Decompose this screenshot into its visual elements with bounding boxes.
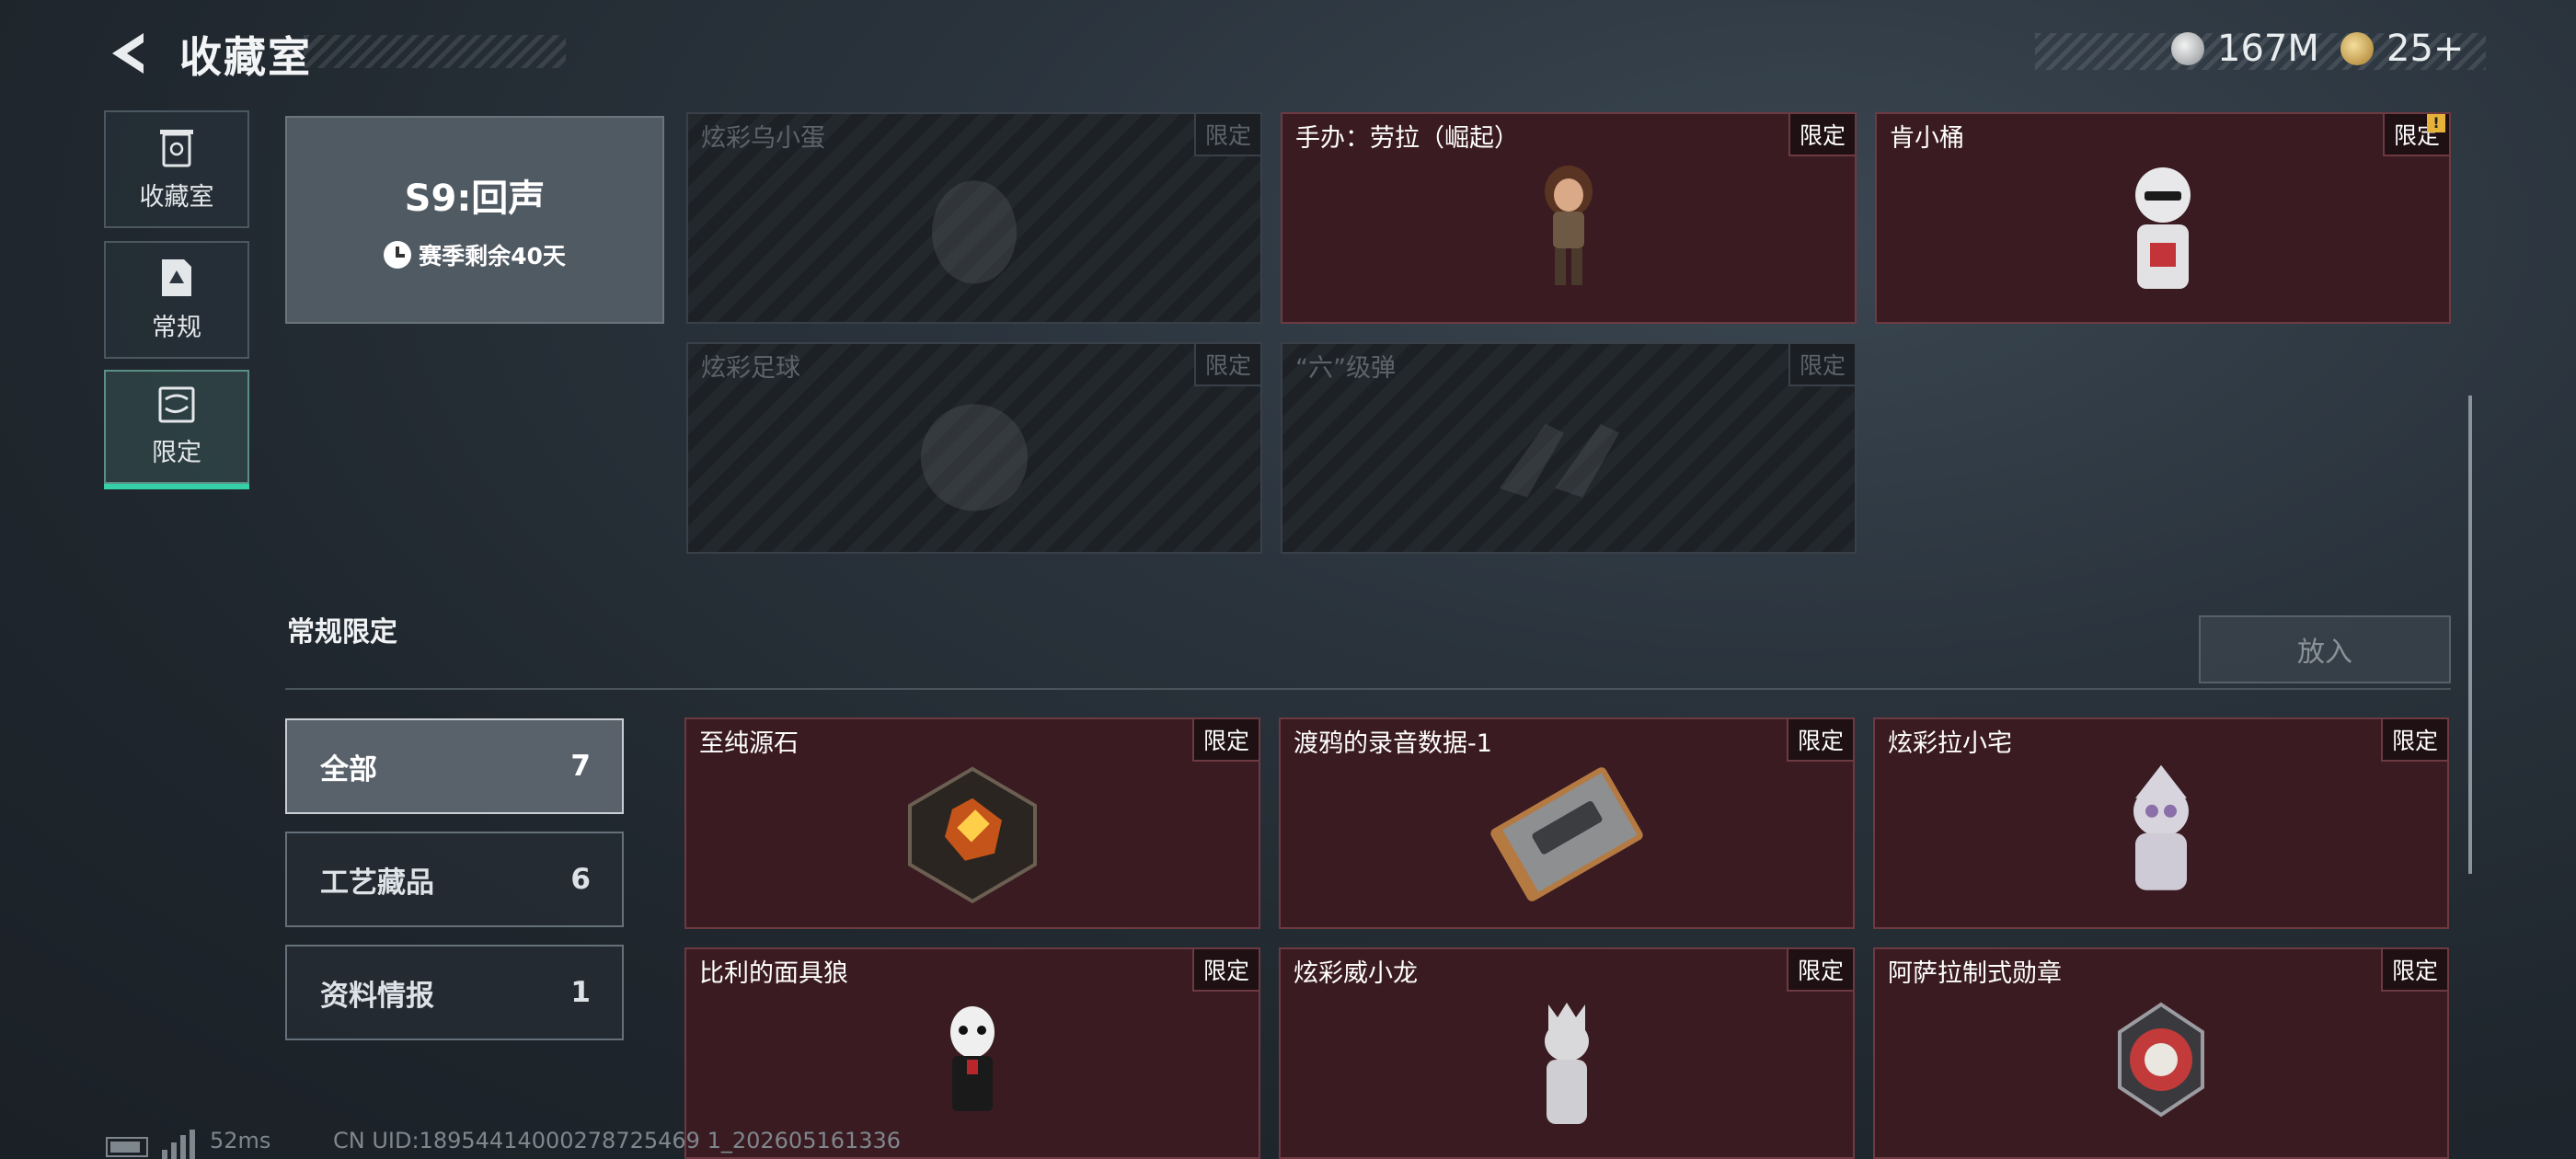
section-title: 常规限定 [287, 616, 397, 648]
back-arrow-icon[interactable] [103, 28, 155, 79]
page-title: 收藏室 [179, 32, 312, 82]
ping-text: 52ms [210, 1128, 271, 1153]
currency-tokens[interactable]: 25+ [2340, 28, 2464, 70]
season-remaining-text: 赛季剩余40天 [419, 243, 566, 270]
item-card-level-six-bullet[interactable]: “六”级弹 限定 [1281, 342, 1857, 554]
item-card-rainbow-egg[interactable]: 炫彩乌小蛋 限定 [686, 112, 1262, 324]
limited-tag: 限定 [1786, 949, 1853, 992]
football-icon [921, 404, 1028, 511]
limited-tag: 限定 [2380, 949, 2447, 992]
limited-tag: 限定 [2380, 719, 2447, 762]
trash-bin-icon [160, 129, 193, 166]
item-name: 炫彩威小龙 [1294, 959, 1418, 988]
uid-text: CN UID:18954414000278725469 1_2026051613… [333, 1128, 902, 1153]
item-name: 渡鸦的录音数据-1 [1294, 729, 1492, 758]
side-tab-label: 限定 [152, 438, 201, 467]
item-name: 炫彩乌小蛋 [701, 124, 825, 153]
token-icon [2340, 32, 2374, 65]
item-card-raven-recording[interactable]: 渡鸦的录音数据-1 限定 [1279, 717, 1855, 929]
put-in-button[interactable]: 放入 [2199, 615, 2451, 683]
side-tab-limited[interactable]: 限定 [104, 370, 249, 489]
filter-label: 资料情报 [320, 979, 434, 1013]
season-remaining: 赛季剩余40天 [384, 238, 566, 271]
cassette-tape-icon [1490, 767, 1643, 901]
map-icon [158, 386, 195, 422]
document-icon [162, 258, 191, 296]
coin-amount: 167M [2217, 28, 2319, 70]
title-decoration [304, 35, 566, 68]
item-name: 炫彩足球 [701, 354, 800, 383]
item-name: 肯小桶 [1890, 124, 1964, 153]
side-tab-label: 常规 [152, 313, 201, 342]
item-card-rainbow-football[interactable]: 炫彩足球 限定 [686, 342, 1262, 554]
alert-icon: ! [2427, 114, 2445, 132]
limited-tag: 限定 [1788, 114, 1855, 156]
filter-count: 7 [570, 750, 591, 783]
battery-icon [106, 1137, 148, 1157]
item-card-kfc-bucket[interactable]: 肯小桶 限定 ! [1875, 112, 2451, 324]
limited-tag: 限定 [1193, 344, 1260, 386]
medal-icon [2118, 1002, 2204, 1118]
filter-all[interactable]: 全部 7 [285, 718, 624, 814]
egg-figure-icon [932, 180, 1017, 284]
filter-intel-data[interactable]: 资料情报 1 [285, 945, 624, 1040]
filter-label: 全部 [320, 752, 377, 786]
currency-coins: 167M [2171, 28, 2319, 70]
colonel-figure-icon [2135, 167, 2191, 289]
clock-icon [384, 241, 412, 269]
scrollbar[interactable] [2468, 396, 2472, 874]
dragon-figure-icon [1545, 1003, 1589, 1124]
token-amount: 25+ [2386, 28, 2465, 70]
coin-icon [2171, 32, 2204, 65]
filter-count: 1 [570, 976, 591, 1009]
season-name: S9:回声 [404, 178, 546, 220]
signal-icon [162, 1130, 195, 1159]
item-card-rainbow-dragon[interactable]: 炫彩威小龙 限定 [1279, 947, 1855, 1159]
limited-tag: 限定 [1786, 719, 1853, 762]
item-name: 阿萨拉制式勋章 [1888, 959, 2062, 988]
hooded-figure-icon [2133, 764, 2189, 890]
limited-tag: 限定 [1191, 949, 1259, 992]
limited-tag: 限定 [1193, 114, 1260, 156]
divider [285, 688, 2451, 690]
filter-count: 6 [570, 863, 591, 896]
item-name: 比利的面具狼 [699, 959, 848, 988]
puppet-figure-icon [950, 1006, 995, 1111]
side-tab-label: 收藏室 [139, 182, 214, 212]
limited-tag: 限定 [1788, 344, 1855, 386]
bullet-icon [1500, 423, 1619, 498]
season-card: S9:回声 赛季剩余40天 [285, 116, 664, 324]
item-name: “六”级弹 [1295, 354, 1396, 383]
filter-label: 工艺藏品 [320, 866, 434, 900]
item-card-lara-figure[interactable]: 手办：劳拉（崛起） 限定 [1281, 112, 1857, 324]
lara-figure-icon [1545, 166, 1593, 285]
item-card-rainbow-lazhai[interactable]: 炫彩拉小宅 限定 [1873, 717, 2449, 929]
item-name: 炫彩拉小宅 [1888, 729, 2012, 758]
crystal-stone-icon [908, 766, 1037, 904]
item-card-pure-originium[interactable]: 至纯源石 限定 [684, 717, 1260, 929]
item-name: 手办：劳拉（崛起） [1295, 124, 1519, 153]
item-name: 至纯源石 [699, 729, 799, 758]
side-tab-regular[interactable]: 常规 [104, 241, 249, 359]
side-tab-collection[interactable]: 收藏室 [104, 110, 249, 228]
limited-tag: 限定 [1191, 719, 1259, 762]
item-card-asala-medal[interactable]: 阿萨拉制式勋章 限定 [1873, 947, 2449, 1159]
filter-crafted-collectibles[interactable]: 工艺藏品 6 [285, 832, 624, 927]
